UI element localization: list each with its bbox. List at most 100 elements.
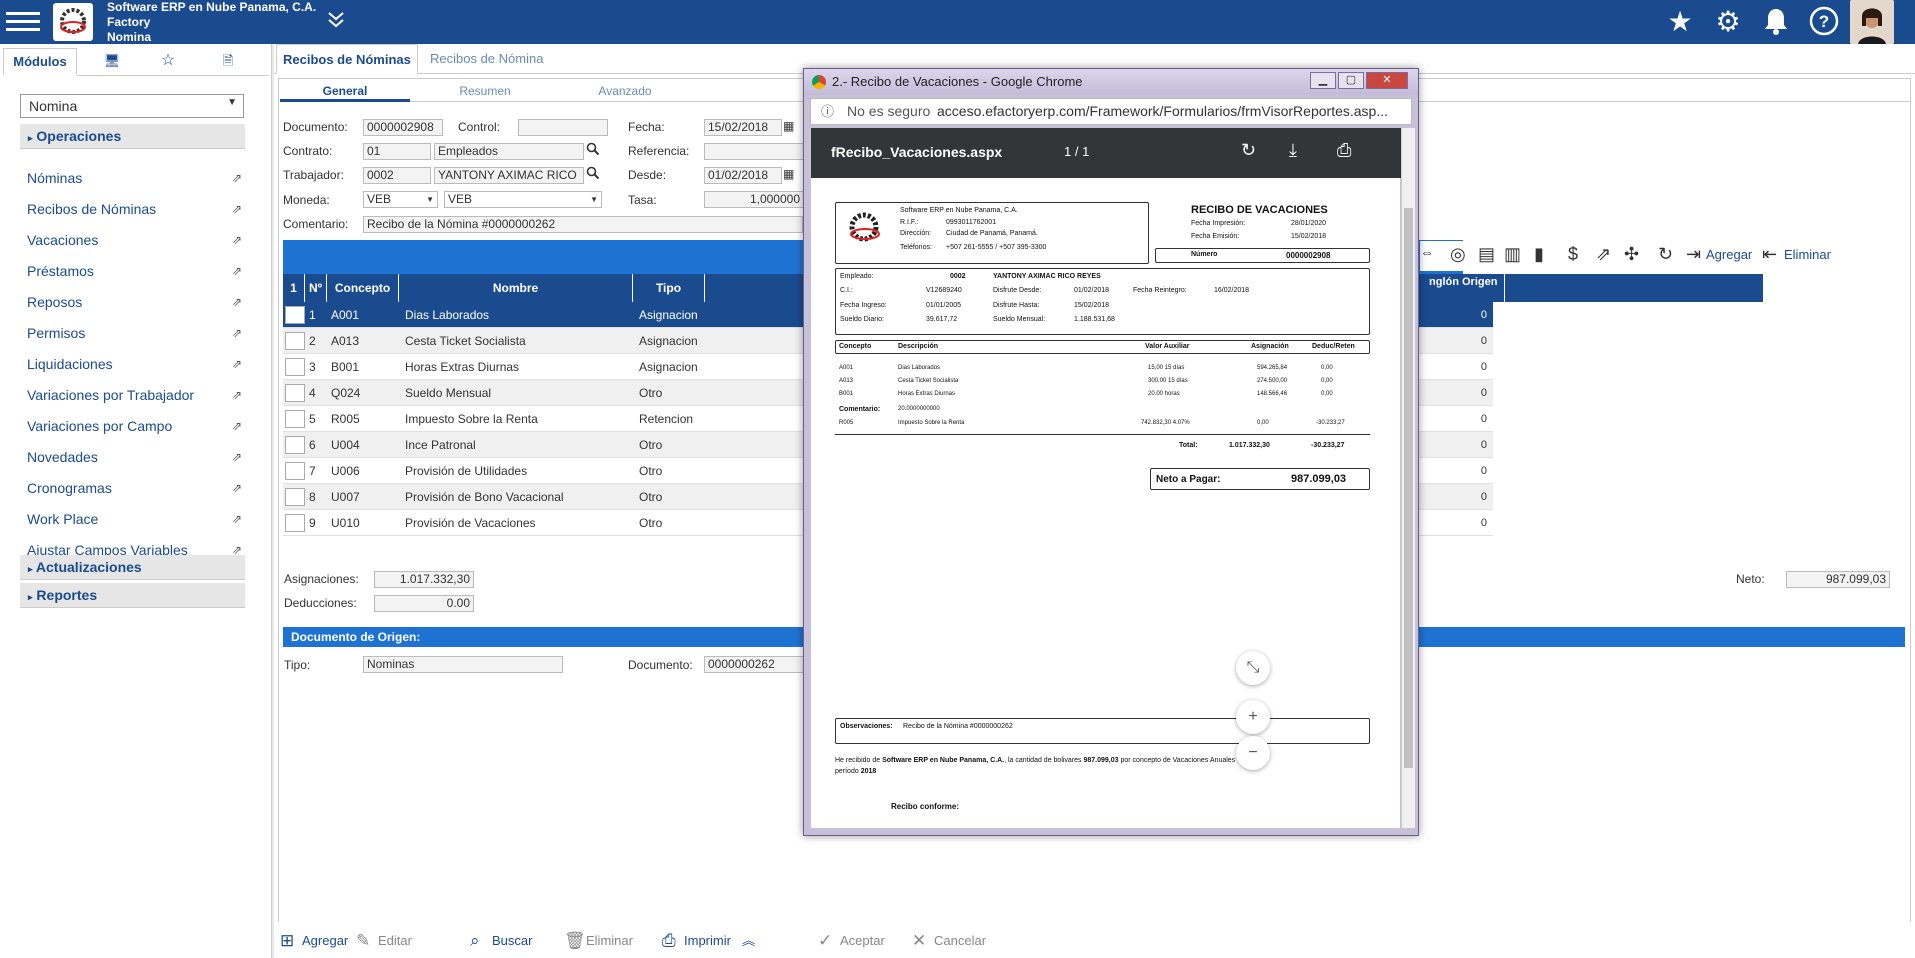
col-nombre[interactable]: Nombre <box>399 274 633 302</box>
maximize-button[interactable]: ▢ <box>1338 72 1364 89</box>
sidebar-item[interactable]: Permisos ⇗ <box>27 325 242 347</box>
currency-icon[interactable]: $ <box>1568 244 1578 265</box>
avatar[interactable] <box>1850 0 1894 44</box>
bell-icon[interactable] <box>1760 6 1792 38</box>
sidebar-item[interactable]: Vacaciones ⇗ <box>27 232 242 254</box>
address-bar[interactable]: ⓘ No es seguro acceso.efactoryerp.com/Fr… <box>810 98 1412 125</box>
fit-page-icon[interactable]: ⤡ <box>1236 651 1270 685</box>
col-select[interactable]: 1 <box>283 274 305 302</box>
row-checkbox[interactable] <box>285 462 305 480</box>
calendar-icon[interactable]: ▦ <box>783 167 794 181</box>
agregar-button[interactable]: ⊞ Agregar <box>278 928 348 954</box>
group-reportes[interactable]: ▸ Reportes <box>20 583 245 608</box>
external-link-icon[interactable]: ⇗ <box>232 419 242 433</box>
sidebar-item[interactable]: Cronogramas ⇗ <box>27 480 242 502</box>
tab-favorites[interactable]: ☆ <box>143 48 193 76</box>
grid-add-button[interactable]: Agregar <box>1706 247 1752 262</box>
buscar-button[interactable]: ⌕ Buscar <box>468 928 532 954</box>
fecha-field[interactable]: 15/02/2018 <box>704 119 782 136</box>
collapse-chevron-icon[interactable] <box>326 10 346 36</box>
row-checkbox[interactable] <box>285 384 305 402</box>
external-link-icon[interactable]: ⇗ <box>232 326 242 340</box>
referencia-field[interactable] <box>704 143 804 160</box>
imprimir-button[interactable]: ⎙ Imprimir <box>660 928 731 954</box>
sidebar-item[interactable]: Novedades ⇗ <box>27 449 242 471</box>
tab-modules[interactable]: Módulos <box>3 48 77 76</box>
row-checkbox[interactable] <box>285 436 305 454</box>
help-icon[interactable]: ? <box>1808 6 1840 38</box>
documento-field[interactable]: 0000002908 <box>363 119 443 136</box>
external-link-icon[interactable]: ⇗ <box>232 202 242 216</box>
row-checkbox[interactable] <box>285 488 305 506</box>
external-link-icon[interactable]: ⇗ <box>1596 244 1611 265</box>
external-link-icon[interactable]: ⇗ <box>232 388 242 402</box>
document-icon[interactable]: ▤ <box>1478 244 1495 265</box>
row-checkbox[interactable] <box>285 410 305 428</box>
group-operaciones[interactable]: ▸ Operaciones <box>20 124 245 149</box>
zoom-out-button[interactable]: − <box>1236 736 1270 770</box>
external-link-icon[interactable]: ⇗ <box>232 481 242 495</box>
tab-desktop[interactable]: 🖥 <box>87 48 137 76</box>
grid-delete-button[interactable]: Eliminar <box>1784 247 1831 262</box>
external-link-icon[interactable]: ⇗ <box>232 295 242 309</box>
aceptar-button[interactable]: ✓ Aceptar <box>816 928 885 954</box>
refresh-icon[interactable]: ↻ <box>1658 244 1673 265</box>
puzzle-icon[interactable]: ✣ <box>1624 244 1639 265</box>
external-link-icon[interactable]: ⇗ <box>232 233 242 247</box>
tab-recibos-nomina[interactable]: Recibos de Nómina <box>424 44 549 74</box>
sidebar-item[interactable]: Nóminas ⇗ <box>27 170 242 192</box>
col-concepto[interactable]: Concepto <box>327 274 399 302</box>
sidebar-item[interactable]: Work Place ⇗ <box>27 511 242 533</box>
row-checkbox[interactable] <box>285 332 305 350</box>
star-icon[interactable]: ★ <box>1664 6 1696 38</box>
zoom-in-button[interactable]: + <box>1236 700 1270 734</box>
row-checkbox[interactable] <box>285 358 305 376</box>
pdf-scrollbar[interactable] <box>1401 128 1415 828</box>
scrollbar-thumb[interactable] <box>1404 208 1413 768</box>
tab-general[interactable]: General <box>280 80 410 102</box>
row-checkbox[interactable] <box>285 514 305 532</box>
col-number[interactable]: Nº <box>305 274 327 302</box>
sidebar-item[interactable]: Liquidaciones ⇗ <box>27 356 242 378</box>
sidebar-item[interactable]: Préstamos ⇗ <box>27 263 242 285</box>
expand-up-icon[interactable]: ︽ <box>742 928 755 954</box>
col-renglon-origen[interactable]: nglón Origen <box>1423 274 1505 302</box>
external-link-icon[interactable]: ⇗ <box>232 357 242 371</box>
col-tipo[interactable]: Tipo <box>633 274 705 302</box>
comentario-field[interactable]: Recibo de la Nómina #0000000262 <box>363 216 803 233</box>
tab-avanzado[interactable]: Avanzado <box>560 80 690 102</box>
tab-resumen[interactable]: Resumen <box>420 80 550 102</box>
expand-icon[interactable]: ⇔ <box>1420 244 1434 260</box>
tab-recibos-nominas[interactable]: Recibos de Nóminas <box>276 44 418 74</box>
external-link-icon[interactable]: ⇗ <box>232 450 242 464</box>
desde-field[interactable]: 01/02/2018 <box>704 167 782 184</box>
download-icon[interactable]: ⤓ <box>1289 140 1297 161</box>
editar-button[interactable]: ✎ Editar <box>354 928 412 954</box>
sidebar-item[interactable]: Variaciones por Campo ⇗ <box>27 418 242 440</box>
cancelar-button[interactable]: ✕ Cancelar <box>910 928 986 954</box>
trabajador-field[interactable]: 0002 <box>363 167 431 184</box>
rotate-icon[interactable]: ↻ <box>1241 140 1256 161</box>
import-icon[interactable]: ⇥ <box>1686 244 1701 265</box>
sidebar-item[interactable]: Recibos de Nóminas ⇗ <box>27 201 242 223</box>
tab-reports[interactable]: 🗎 <box>203 48 253 76</box>
control-field[interactable] <box>518 119 608 136</box>
moneda-select[interactable]: VEB ▼ <box>363 191 438 208</box>
row-checkbox[interactable] <box>285 306 305 324</box>
search-icon[interactable] <box>586 166 600 183</box>
gear-icon[interactable]: ⚙ <box>1712 6 1744 38</box>
export-icon[interactable]: ⇤ <box>1762 244 1777 265</box>
calendar-icon[interactable]: ▦ <box>783 119 794 133</box>
print-icon[interactable]: ⎙ <box>1337 140 1351 161</box>
eliminar-button[interactable]: 🗑 Eliminar <box>562 928 633 954</box>
minimize-button[interactable]: ▁ <box>1310 72 1336 89</box>
menu-icon[interactable] <box>6 7 40 37</box>
barcode-icon[interactable]: ▮ <box>1534 244 1544 265</box>
sidebar-item[interactable]: Variaciones por Trabajador ⇗ <box>27 387 242 409</box>
external-link-icon[interactable]: ⇗ <box>232 512 242 526</box>
group-actualizaciones[interactable]: ▸ Actualizaciones <box>20 555 245 580</box>
moneda-desc-select[interactable]: VEB ▼ <box>444 191 602 208</box>
module-select[interactable]: Nomina ▼ <box>20 94 244 118</box>
external-link-icon[interactable]: ⇗ <box>232 264 242 278</box>
contrato-field[interactable]: 01 <box>363 143 431 160</box>
